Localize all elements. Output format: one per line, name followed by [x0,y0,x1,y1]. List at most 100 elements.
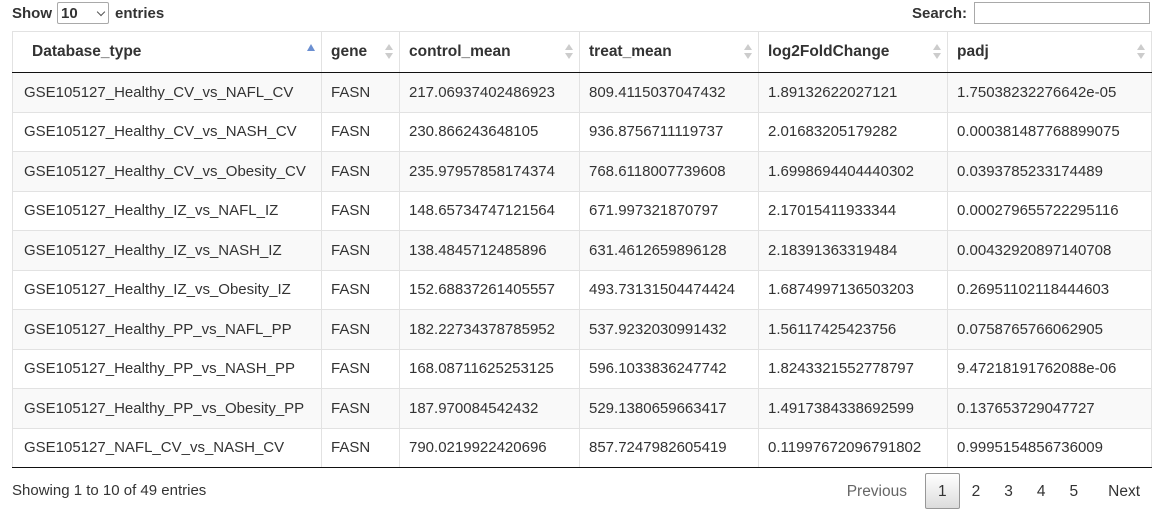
column-header-treat-mean[interactable]: treat_mean [579,31,759,73]
column-header-label: control_mean [409,43,511,60]
cell-log2foldchange: 2.01683205179282 [758,111,948,152]
page-button-2[interactable]: 2 [960,473,993,509]
page-button-4[interactable]: 4 [1025,473,1058,509]
cell-control-mean: 152.68837261405557 [399,269,580,310]
cell-treat-mean: 671.997321870797 [579,190,759,231]
column-header-control-mean[interactable]: control_mean [399,31,580,73]
page-button-1[interactable]: 1 [925,473,960,509]
cell-gene: FASN [321,388,400,428]
cell-gene: FASN [321,230,400,270]
column-header-log2foldchange[interactable]: log2FoldChange [758,31,948,73]
entries-per-page-select[interactable]: 10 [57,2,109,24]
cell-padj: 0.9995154856736009 [947,427,1152,468]
cell-treat-mean: 493.73131504474424 [579,269,759,310]
table-row: GSE105127_Healthy_IZ_vs_NAFL_IZ FASN 148… [12,190,1152,231]
column-header-label: Database_type [32,43,142,60]
cell-gene: FASN [321,427,400,468]
previous-page-button[interactable]: Previous [835,473,919,509]
table-row: GSE105127_Healthy_IZ_vs_Obesity_IZ FASN … [12,269,1152,310]
cell-control-mean: 217.06937402486923 [399,72,580,112]
cell-treat-mean: 537.9232030991432 [579,309,759,349]
cell-database-type: GSE105127_Healthy_IZ_vs_NASH_IZ [12,230,322,270]
table-row: GSE105127_Healthy_PP_vs_NASH_PP FASN 168… [12,348,1152,389]
column-header-label: gene [331,43,368,60]
cell-log2foldchange: 1.4917384338692599 [758,388,948,428]
table-row: GSE105127_Healthy_IZ_vs_NASH_IZ FASN 138… [12,230,1152,270]
column-header-gene[interactable]: gene [321,31,400,73]
table-row: GSE105127_Healthy_PP_vs_Obesity_PP FASN … [12,388,1152,428]
cell-gene: FASN [321,309,400,349]
table-info: Showing 1 to 10 of 49 entries [12,482,207,499]
cell-padj: 0.00432920897140708 [947,230,1152,270]
table-row: GSE105127_Healthy_CV_vs_NAFL_CV FASN 217… [12,72,1152,112]
cell-database-type: GSE105127_Healthy_IZ_vs_NAFL_IZ [12,190,322,231]
cell-log2foldchange: 2.18391363319484 [758,230,948,270]
sort-both-icon [744,44,752,60]
search-input[interactable] [974,2,1150,24]
cell-control-mean: 168.08711625253125 [399,348,580,389]
search-label: Search: [911,4,967,22]
table-row: GSE105127_Healthy_CV_vs_NASH_CV FASN 230… [12,111,1152,152]
cell-control-mean: 230.866243648105 [399,111,580,152]
sort-both-icon [385,44,393,60]
cell-control-mean: 187.970084542432 [399,388,580,428]
cell-log2foldchange: 1.89132622027121 [758,72,948,112]
column-header-padj[interactable]: padj [947,31,1152,73]
cell-treat-mean: 936.8756711119737 [579,111,759,152]
cell-database-type: GSE105127_Healthy_IZ_vs_Obesity_IZ [12,269,322,310]
entries-per-page-value: 10 [61,4,78,22]
cell-padj: 0.26951102118444603 [947,269,1152,310]
sort-ascending-icon [307,44,315,60]
cell-log2foldchange: 2.17015411933344 [758,190,948,231]
cell-padj: 9.47218191762088e-06 [947,348,1152,389]
column-header-database-type[interactable]: Database_type [12,31,322,73]
entries-label: entries [115,4,165,22]
search-control: Search: [912,2,1150,24]
column-header-label: log2FoldChange [768,43,890,60]
sort-both-icon [565,44,573,60]
cell-gene: FASN [321,348,400,389]
column-header-label: treat_mean [589,43,672,60]
table-controls: Show 10 entries Search: [0,0,1162,30]
show-label: Show [12,4,52,22]
next-page-button[interactable]: Next [1096,473,1152,509]
page-button-5[interactable]: 5 [1058,473,1091,509]
cell-control-mean: 138.4845712485896 [399,230,580,270]
cell-padj: 0.0758765766062905 [947,309,1152,349]
table-row: GSE105127_Healthy_PP_vs_NAFL_PP FASN 182… [12,309,1152,349]
cell-gene: FASN [321,269,400,310]
cell-log2foldchange: 1.6998694404440302 [758,151,948,191]
cell-database-type: GSE105127_NAFL_CV_vs_NASH_CV [12,427,322,468]
chevron-down-icon [96,7,106,16]
cell-gene: FASN [321,151,400,191]
cell-database-type: GSE105127_Healthy_PP_vs_Obesity_PP [12,388,322,428]
cell-gene: FASN [321,72,400,112]
cell-gene: FASN [321,190,400,231]
length-control: Show 10 entries [12,2,164,24]
page-button-3[interactable]: 3 [992,473,1025,509]
cell-database-type: GSE105127_Healthy_CV_vs_NAFL_CV [12,72,322,112]
column-header-label: padj [957,43,989,60]
sort-both-icon [933,44,941,60]
cell-control-mean: 182.22734378785952 [399,309,580,349]
cell-treat-mean: 809.4115037047432 [579,72,759,112]
cell-padj: 1.75038232276642e-05 [947,72,1152,112]
sort-both-icon [1137,44,1145,60]
cell-treat-mean: 529.1380659663417 [579,388,759,428]
cell-padj: 0.137653729047727 [947,388,1152,428]
cell-treat-mean: 768.6118007739608 [579,151,759,191]
header-row: Database_type gene control_mean treat_me… [12,31,1152,73]
cell-database-type: GSE105127_Healthy_PP_vs_NASH_PP [12,348,322,389]
table-row: GSE105127_NAFL_CV_vs_NASH_CV FASN 790.02… [12,427,1152,468]
cell-database-type: GSE105127_Healthy_CV_vs_Obesity_CV [12,151,322,191]
cell-log2foldchange: 0.11997672096791802 [758,427,948,468]
cell-control-mean: 235.97957858174374 [399,151,580,191]
table-row: GSE105127_Healthy_CV_vs_Obesity_CV FASN … [12,151,1152,191]
cell-log2foldchange: 1.6874997136503203 [758,269,948,310]
pagination: Previous 1 2 3 4 5 Next [835,472,1152,510]
cell-control-mean: 790.0219922420696 [399,427,580,468]
results-table: Database_type gene control_mean treat_me… [12,31,1152,468]
cell-padj: 0.0393785233174489 [947,151,1152,191]
cell-treat-mean: 631.4612659896128 [579,230,759,270]
cell-database-type: GSE105127_Healthy_PP_vs_NAFL_PP [12,309,322,349]
